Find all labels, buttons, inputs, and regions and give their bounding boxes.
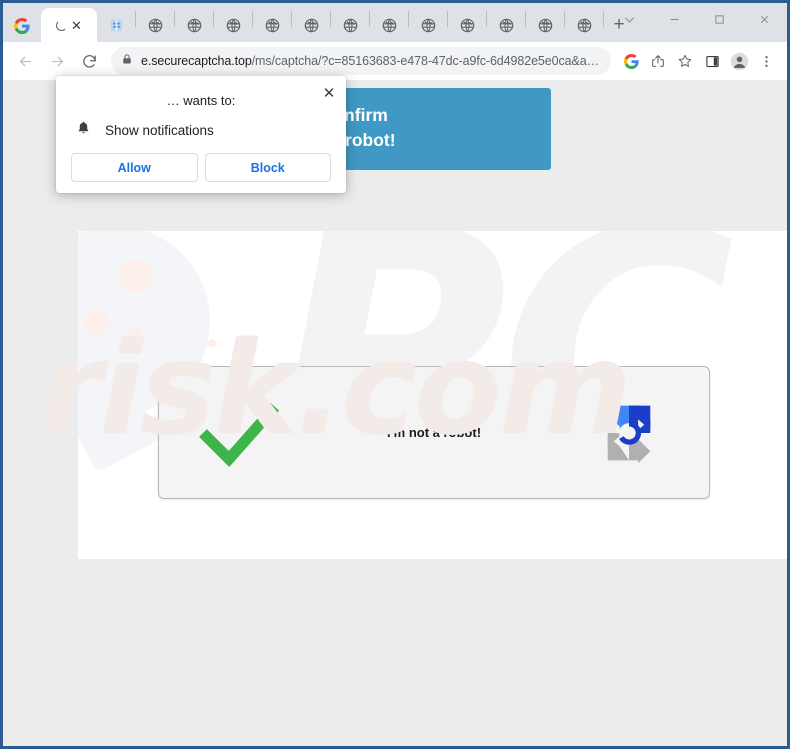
tab-globe-6[interactable]	[331, 9, 369, 42]
permission-row: Show notifications	[56, 108, 346, 140]
globe-icon	[499, 18, 513, 33]
globe-icon	[304, 18, 318, 33]
tab-globe-2[interactable]	[175, 9, 213, 42]
globe-icon	[460, 18, 474, 33]
back-button[interactable]	[11, 47, 39, 75]
google-icon	[14, 17, 30, 34]
notification-permission-popup: ✕ … wants to: Show notifications Allow B…	[56, 76, 346, 193]
address-bar[interactable]: e.securecaptcha.top/ms/captcha/?c=851636…	[111, 47, 611, 75]
side-panel-icon[interactable]	[699, 47, 725, 75]
loading-spinner-icon	[56, 19, 68, 31]
window-frame: ✕ + e.securecaptcha.top/ms/captcha/?c=85…	[0, 0, 790, 749]
globe-icon	[265, 18, 279, 33]
popup-title: … wants to:	[166, 93, 236, 108]
popup-buttons: Allow Block	[56, 153, 346, 182]
tab-blue-favicon[interactable]	[97, 9, 135, 42]
tab-globe-1[interactable]	[136, 9, 174, 42]
url-domain: e.securecaptcha.top	[141, 54, 252, 68]
browser-window: ✕ + e.securecaptcha.top/ms/captcha/?c=85…	[3, 3, 787, 746]
tab-globe-12[interactable]	[565, 9, 603, 42]
reload-button[interactable]	[75, 47, 103, 75]
tab-globe-7[interactable]	[370, 9, 408, 42]
maximize-icon[interactable]	[697, 3, 742, 36]
block-button[interactable]: Block	[204, 153, 331, 182]
permission-label: Show notifications	[105, 122, 214, 138]
globe-icon	[343, 18, 357, 33]
globe-icon	[187, 18, 201, 33]
tab-active-captcha[interactable]: ✕	[41, 8, 97, 42]
lock-icon	[121, 52, 133, 70]
globe-icon	[577, 18, 591, 33]
forward-button[interactable]	[43, 47, 71, 75]
profile-avatar-icon[interactable]	[726, 47, 752, 75]
globe-icon	[382, 18, 396, 33]
tab-globe-5[interactable]	[292, 9, 330, 42]
tab-globe-11[interactable]	[526, 9, 564, 42]
globe-icon	[538, 18, 552, 33]
globe-icon	[421, 18, 435, 33]
tab-globe-9[interactable]	[448, 9, 486, 42]
window-controls	[607, 3, 787, 36]
url-path: /ms/captcha/?c=85163683-e478-47dc-a9fc-6…	[251, 54, 599, 68]
tab-globe-3[interactable]	[214, 9, 252, 42]
watermark-risk: risk.com	[39, 315, 632, 464]
bookmark-star-icon[interactable]	[672, 47, 698, 75]
close-icon[interactable]	[742, 3, 787, 36]
tab-globe-10[interactable]	[487, 9, 525, 42]
tab-globe-8[interactable]	[409, 9, 447, 42]
url-text: e.securecaptcha.top/ms/captcha/?c=851636…	[141, 54, 599, 68]
tab-close-icon[interactable]: ✕	[71, 19, 82, 32]
share-icon[interactable]	[645, 47, 671, 75]
google-lens-icon[interactable]	[618, 47, 644, 75]
more-menu-icon[interactable]	[753, 47, 779, 75]
decorative-dot	[118, 259, 152, 293]
popup-close-icon[interactable]: ✕	[320, 84, 338, 102]
bell-icon	[76, 120, 91, 140]
blue-favicon-icon	[110, 19, 122, 32]
globe-icon	[226, 18, 240, 33]
globe-icon	[148, 18, 162, 33]
tab-search-chevron-down-icon[interactable]	[607, 3, 652, 36]
minimize-icon[interactable]	[652, 3, 697, 36]
tab-globe-4[interactable]	[253, 9, 291, 42]
tab-google[interactable]	[3, 9, 41, 42]
allow-button[interactable]: Allow	[71, 153, 198, 182]
